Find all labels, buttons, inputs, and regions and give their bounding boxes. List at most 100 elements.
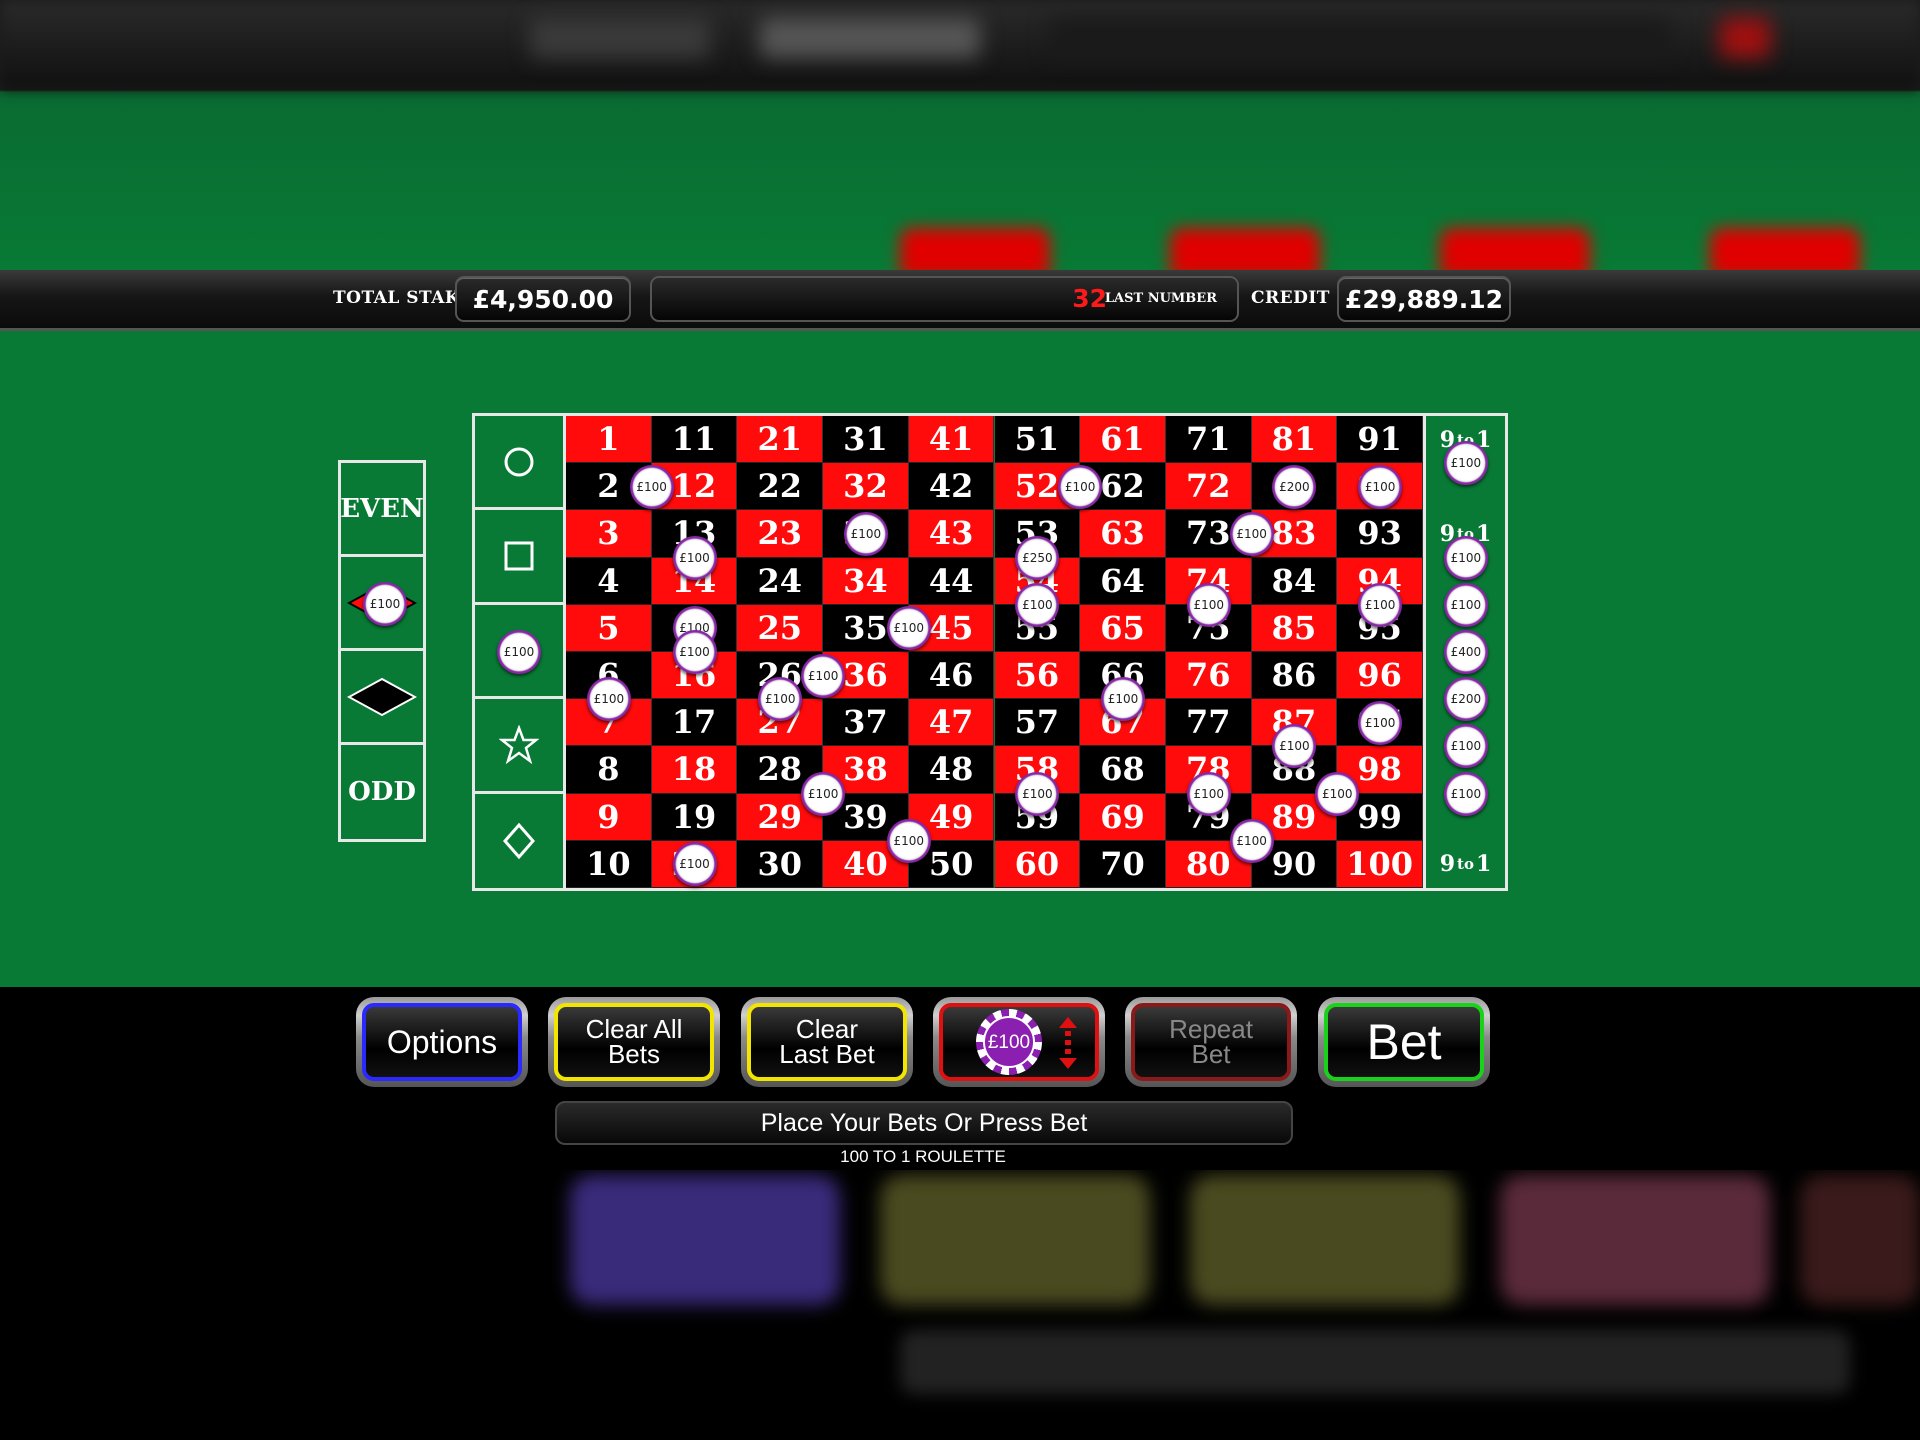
- bet-chip[interactable]: £100: [1015, 771, 1060, 816]
- number-cell[interactable]: 19: [651, 793, 738, 841]
- repeat-bet-button[interactable]: Repeat Bet: [1125, 997, 1297, 1087]
- number-cell[interactable]: 91: [1337, 416, 1423, 464]
- number-cell[interactable]: 68: [1080, 746, 1166, 794]
- bet-chip[interactable]: £100: [1229, 818, 1274, 863]
- number-cell[interactable]: 34: [823, 557, 909, 605]
- bet-chip[interactable]: £100: [586, 677, 631, 722]
- number-cell[interactable]: 32: [823, 463, 909, 511]
- number-cell[interactable]: 60: [994, 840, 1081, 888]
- bet-chip[interactable]: £250: [1015, 535, 1060, 580]
- number-cell[interactable]: 10: [566, 840, 652, 888]
- number-cell[interactable]: 61: [1080, 416, 1166, 464]
- number-cell[interactable]: 77: [1165, 699, 1252, 747]
- number-cell[interactable]: 93: [1337, 510, 1423, 558]
- bet-odd[interactable]: ODD: [341, 745, 423, 839]
- number-cell[interactable]: 9: [566, 793, 652, 841]
- number-cell[interactable]: 31: [823, 416, 909, 464]
- bet-square[interactable]: [475, 510, 563, 605]
- bet-chip[interactable]: £100: [1358, 582, 1403, 627]
- number-cell[interactable]: 41: [908, 416, 995, 464]
- bet-chip[interactable]: £200: [1443, 677, 1488, 722]
- bet-chip[interactable]: £100: [1058, 464, 1103, 509]
- number-cell[interactable]: 22: [737, 463, 824, 511]
- number-cell[interactable]: 71: [1165, 416, 1252, 464]
- number-cell[interactable]: 46: [908, 652, 995, 700]
- bet-star[interactable]: [475, 699, 563, 794]
- number-cell[interactable]: 23: [737, 510, 824, 558]
- number-cell[interactable]: 63: [1080, 510, 1166, 558]
- number-cell[interactable]: 24: [737, 557, 824, 605]
- bet-chip[interactable]: £100: [1443, 441, 1488, 486]
- bet-chip[interactable]: £100: [886, 606, 931, 651]
- number-cell[interactable]: 84: [1251, 557, 1338, 605]
- options-button[interactable]: Options: [356, 997, 528, 1087]
- number-cell[interactable]: 4: [566, 557, 652, 605]
- bet-chip[interactable]: £100: [1358, 464, 1403, 509]
- number-cell[interactable]: 11: [651, 416, 738, 464]
- credit-label: CREDIT: [1251, 288, 1330, 308]
- bet-chip[interactable]: £100: [1229, 512, 1274, 556]
- number-cell[interactable]: 72: [1165, 463, 1252, 511]
- bet-chip[interactable]: £100: [1443, 771, 1488, 816]
- number-cell[interactable]: 37: [823, 699, 909, 747]
- number-cell[interactable]: 42: [908, 463, 995, 511]
- number-cell[interactable]: 70: [1080, 840, 1166, 888]
- bet-chip[interactable]: £100: [1443, 582, 1488, 627]
- number-cell[interactable]: 85: [1251, 604, 1338, 652]
- clear-last-bet-button[interactable]: Clear Last Bet: [741, 997, 913, 1087]
- number-cell[interactable]: 96: [1337, 652, 1423, 700]
- bet-chip[interactable]: £100: [629, 464, 674, 509]
- number-cell[interactable]: 18: [651, 746, 738, 794]
- bet-chip[interactable]: £100: [1443, 535, 1488, 580]
- number-cell[interactable]: 3: [566, 510, 652, 558]
- number-cell[interactable]: 1: [566, 416, 652, 464]
- bet-chip[interactable]: £100: [1358, 700, 1403, 745]
- number-cell[interactable]: 8: [566, 746, 652, 794]
- number-cell[interactable]: 44: [908, 557, 995, 605]
- payout-9-to-1[interactable]: 9 to 1: [1423, 840, 1505, 888]
- number-cell[interactable]: 17: [651, 699, 738, 747]
- bet-chip[interactable]: £100: [843, 512, 888, 556]
- credit-value: £29,889.12: [1337, 276, 1511, 322]
- bet-chip[interactable]: £100: [1186, 771, 1231, 816]
- bet-even[interactable]: EVEN: [340, 463, 424, 557]
- number-cell[interactable]: 64: [1080, 557, 1166, 605]
- bet-chip[interactable]: £100: [363, 582, 407, 626]
- chip-selector-button[interactable]: £100: [933, 997, 1105, 1087]
- bet-chip[interactable]: £100: [1315, 771, 1360, 816]
- number-cell[interactable]: 5: [566, 604, 652, 652]
- number-cell[interactable]: 43: [908, 510, 995, 558]
- bet-chip[interactable]: £100: [886, 818, 931, 863]
- number-cell[interactable]: 48: [908, 746, 995, 794]
- bet-chip[interactable]: £400: [1443, 630, 1488, 674]
- number-cell[interactable]: 69: [1080, 793, 1166, 841]
- number-cell[interactable]: 25: [737, 604, 824, 652]
- clear-all-bets-button[interactable]: Clear All Bets: [548, 997, 720, 1087]
- bet-chip[interactable]: £200: [1272, 464, 1317, 509]
- bet-chip[interactable]: £100: [672, 535, 717, 580]
- bet-chip[interactable]: £100: [1015, 582, 1060, 627]
- bet-chip[interactable]: £100: [1101, 677, 1146, 722]
- number-cell[interactable]: 47: [908, 699, 995, 747]
- number-cell[interactable]: 86: [1251, 652, 1338, 700]
- number-cell[interactable]: 57: [994, 699, 1081, 747]
- bet-chip[interactable]: £100: [1186, 582, 1231, 627]
- number-cell[interactable]: 56: [994, 652, 1081, 700]
- bet-chip[interactable]: £100: [497, 630, 541, 674]
- number-cell[interactable]: 30: [737, 840, 824, 888]
- bet-chip[interactable]: £100: [801, 771, 846, 816]
- number-cell[interactable]: 81: [1251, 416, 1338, 464]
- bet-diamond[interactable]: [475, 794, 563, 888]
- bet-chip[interactable]: £100: [801, 653, 846, 698]
- number-cell[interactable]: 76: [1165, 652, 1252, 700]
- number-cell[interactable]: 21: [737, 416, 824, 464]
- number-cell[interactable]: 100: [1337, 840, 1423, 888]
- bet-button[interactable]: Bet: [1318, 997, 1490, 1087]
- bet-black-diamond[interactable]: [341, 651, 423, 745]
- number-cell[interactable]: 51: [994, 416, 1081, 464]
- bet-chip[interactable]: £100: [672, 630, 717, 674]
- bet-circle[interactable]: [475, 416, 563, 511]
- bet-chip[interactable]: £100: [672, 842, 717, 887]
- bet-chip[interactable]: £100: [1443, 724, 1488, 769]
- number-cell[interactable]: 65: [1080, 604, 1166, 652]
